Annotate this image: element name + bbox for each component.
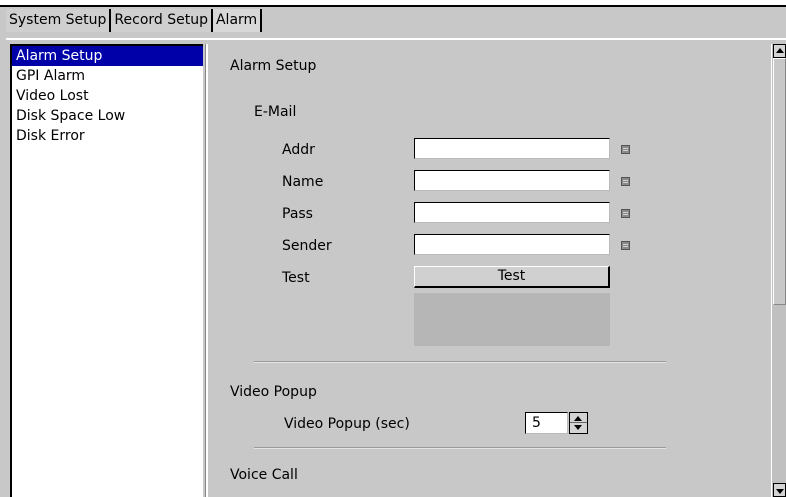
sidebar-item-gpi-alarm[interactable]: GPI Alarm <box>12 66 203 86</box>
sidebar-item-video-lost[interactable]: Video Lost <box>12 86 203 106</box>
alarm-category-list[interactable]: Alarm Setup GPI Alarm Video Lost Disk Sp… <box>10 44 203 497</box>
sidebar-item-disk-error[interactable]: Disk Error <box>12 126 203 146</box>
addr-input[interactable] <box>414 138 610 159</box>
voice-call-section-label: Voice Call <box>230 467 298 483</box>
tab-alarm[interactable]: Alarm <box>212 9 263 32</box>
pass-label: Pass <box>282 206 313 222</box>
settings-panel: Alarm Setup E-Mail Addr Name Pass Sender… <box>208 44 770 497</box>
tab-record-setup[interactable]: Record Setup <box>111 9 213 32</box>
arrow-up-icon[interactable] <box>574 416 582 421</box>
test-result-area <box>414 293 610 346</box>
video-popup-value[interactable]: 5 <box>525 412 568 434</box>
vertical-scrollbar[interactable] <box>771 44 786 497</box>
section-divider <box>254 447 666 449</box>
sidebar-item-alarm-setup[interactable]: Alarm Setup <box>12 46 203 66</box>
test-button[interactable]: Test <box>414 266 610 288</box>
video-popup-stepper[interactable]: 5 <box>525 412 588 434</box>
video-popup-section-label: Video Popup <box>230 384 317 400</box>
tab-system-setup[interactable]: System Setup <box>6 9 112 32</box>
section-divider <box>254 361 666 363</box>
tab-bar: System Setup Record Setup Alarm <box>6 9 263 33</box>
keyboard-icon[interactable] <box>621 177 630 186</box>
sidebar-item-disk-space-low[interactable]: Disk Space Low <box>12 106 203 126</box>
window-top-edge <box>0 0 786 7</box>
sender-input[interactable] <box>414 234 610 255</box>
keyboard-icon[interactable] <box>621 209 630 218</box>
test-label: Test <box>282 270 310 286</box>
stepper-divider <box>570 422 587 423</box>
panel-title: Alarm Setup <box>230 58 317 74</box>
scroll-thumb[interactable] <box>773 58 786 305</box>
stepper-buttons[interactable] <box>569 412 588 434</box>
scroll-down-button[interactable] <box>773 483 786 497</box>
video-popup-sec-label: Video Popup (sec) <box>284 416 410 432</box>
pass-input[interactable] <box>414 202 610 223</box>
sender-label: Sender <box>282 238 332 254</box>
email-section-label: E-Mail <box>254 104 297 120</box>
keyboard-icon[interactable] <box>621 241 630 250</box>
addr-label: Addr <box>282 142 315 158</box>
name-input[interactable] <box>414 170 610 191</box>
arrow-down-icon[interactable] <box>574 425 582 430</box>
scroll-up-button[interactable] <box>773 44 786 58</box>
keyboard-icon[interactable] <box>621 145 630 154</box>
name-label: Name <box>282 174 324 190</box>
